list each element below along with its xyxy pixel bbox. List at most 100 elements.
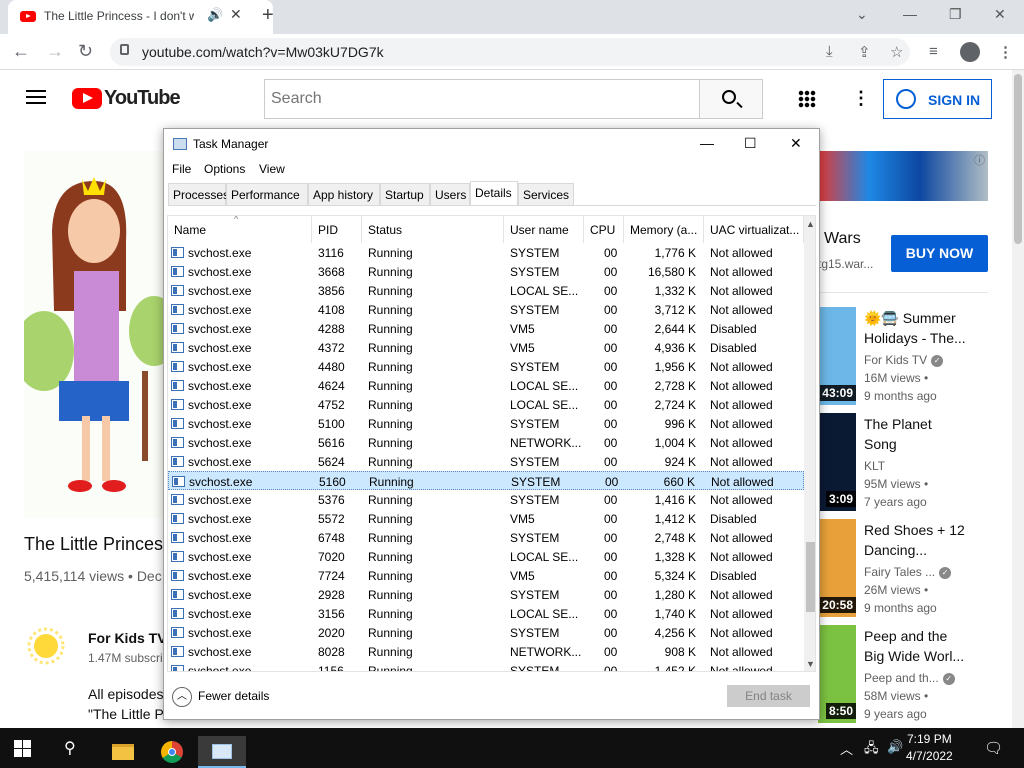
menu-file[interactable]: File: [172, 162, 191, 176]
recommendation-title[interactable]: 🌞🚍 Summer: [864, 308, 994, 328]
table-row[interactable]: svchost.exe 4624 Running LOCAL SE... 00 2,728…: [168, 376, 804, 395]
recommendation-thumbnail[interactable]: 43:09: [818, 307, 856, 405]
column-header-pid[interactable]: PID: [312, 216, 362, 243]
scroll-down-icon[interactable]: ▼: [806, 659, 815, 669]
tab-startup[interactable]: Startup: [380, 183, 430, 205]
column-header-username[interactable]: User name: [504, 216, 584, 243]
menu-options[interactable]: Options: [204, 162, 245, 176]
table-row[interactable]: svchost.exe 4108 Running SYSTEM 00 3,712 K Not…: [168, 300, 804, 319]
chrome-icon[interactable]: [152, 736, 192, 768]
table-row[interactable]: svchost.exe 5616 Running NETWORK... 00 1,004 …: [168, 433, 804, 452]
recommendation-title[interactable]: Red Shoes + 12: [864, 520, 994, 540]
recommendation-title[interactable]: The Planet: [864, 414, 994, 434]
table-row[interactable]: svchost.exe 4752 Running LOCAL SE... 00 2,724…: [168, 395, 804, 414]
recommendation-channel[interactable]: Peep and th... ✓: [864, 671, 955, 685]
table-row[interactable]: svchost.exe 2020 Running SYSTEM 00 4,256 K Not…: [168, 623, 804, 642]
page-scrollbar-thumb[interactable]: [1014, 74, 1022, 244]
table-row[interactable]: svchost.exe 5376 Running SYSTEM 00 1,416 K Not…: [168, 490, 804, 509]
column-header-name[interactable]: Name ^: [168, 216, 312, 243]
recommendation-thumbnail[interactable]: 3:09: [818, 413, 856, 511]
forward-button[interactable]: →: [46, 41, 64, 62]
tab-close-icon[interactable]: ✕: [230, 6, 242, 23]
settings-more-icon[interactable]: ⋮: [852, 88, 870, 109]
tab-search-icon[interactable]: ⌄: [856, 6, 868, 23]
recommendation-channel[interactable]: KLT: [864, 459, 885, 473]
share-icon[interactable]: ⇪: [858, 43, 871, 61]
search-input[interactable]: [265, 80, 699, 118]
search-button[interactable]: [699, 79, 763, 119]
video-player[interactable]: [24, 151, 164, 518]
tab-services[interactable]: Services: [518, 183, 574, 205]
table-row[interactable]: svchost.exe 3116 Running SYSTEM 00 1,776 K Not…: [168, 243, 804, 262]
column-header-memory[interactable]: Memory (a...: [624, 216, 704, 243]
reload-button[interactable]: ↻: [78, 41, 93, 62]
show-hidden-icons[interactable]: ︿: [840, 739, 853, 758]
recommendation-title[interactable]: Peep and the: [864, 626, 994, 646]
recommendation-title[interactable]: Big Wide Worl...: [864, 646, 994, 666]
network-icon[interactable]: 🖧: [864, 739, 879, 761]
browser-tab[interactable]: The Little Princess - I don't w 🔊 ✕: [8, 0, 273, 34]
new-tab-button[interactable]: +: [262, 4, 274, 27]
recommendation-channel[interactable]: For Kids TV ✓: [864, 353, 944, 367]
search-icon[interactable]: ⚲: [64, 738, 76, 758]
table-row[interactable]: svchost.exe 5100 Running SYSTEM 00 996 K Not a…: [168, 414, 804, 433]
ad-banner-image[interactable]: [818, 151, 988, 201]
buy-now-button[interactable]: BUY NOW: [891, 235, 988, 272]
scroll-up-icon[interactable]: ▲: [806, 219, 815, 229]
close-window-button[interactable]: ✕: [994, 6, 1006, 23]
table-row[interactable]: svchost.exe 5572 Running VM5 00 1,412 K Disabl…: [168, 509, 804, 528]
channel-avatar[interactable]: [24, 626, 68, 666]
ad-info-icon[interactable]: ⓘ: [974, 152, 985, 168]
tab-performance[interactable]: Performance: [226, 183, 308, 205]
grid-scrollbar-thumb[interactable]: [806, 542, 815, 612]
fewer-details-link[interactable]: Fewer details: [198, 689, 269, 703]
table-row[interactable]: svchost.exe 5624 Running SYSTEM 00 924 K Not a…: [168, 452, 804, 471]
chevron-up-icon[interactable]: ︿: [172, 687, 192, 707]
media-control-icon[interactable]: ≡: [929, 43, 938, 60]
profile-avatar[interactable]: [960, 42, 980, 62]
volume-icon[interactable]: 🔊: [887, 739, 903, 755]
channel-name[interactable]: For Kids TV: [88, 630, 167, 646]
restore-button[interactable]: ❐: [949, 6, 962, 23]
table-row[interactable]: svchost.exe 3156 Running LOCAL SE... 00 1,740…: [168, 604, 804, 623]
address-bar[interactable]: youtube.com/watch?v=Mw03kU7DG7k: [110, 38, 910, 66]
table-row[interactable]: svchost.exe 3668 Running SYSTEM 00 16,580 K No…: [168, 262, 804, 281]
recommendation-thumbnail[interactable]: 20:58: [818, 519, 856, 617]
recommendation-title[interactable]: Holidays - The...: [864, 328, 994, 348]
chrome-menu-icon[interactable]: ⋮: [998, 43, 1013, 61]
windows-start-icon[interactable]: [14, 740, 31, 757]
menu-view[interactable]: View: [259, 162, 285, 176]
column-header-status[interactable]: Status: [362, 216, 504, 243]
table-row[interactable]: svchost.exe 8028 Running NETWORK... 00 908 K N…: [168, 642, 804, 661]
table-row[interactable]: svchost.exe 4480 Running SYSTEM 00 1,956 K Not…: [168, 357, 804, 376]
table-row[interactable]: svchost.exe 6748 Running SYSTEM 00 2,748 K Not…: [168, 528, 804, 547]
details-grid[interactable]: Name ^ PID Status User name CPU Memory (a…: [167, 215, 816, 672]
recommendation-thumbnail[interactable]: 8:50: [818, 625, 856, 723]
apps-grid-icon[interactable]: [798, 90, 816, 108]
notifications-icon[interactable]: 🗨: [984, 739, 1003, 757]
table-row[interactable]: svchost.exe 1156 Running SYSTEM 00 1,452 K Not…: [168, 661, 804, 671]
tm-close-button[interactable]: ✕: [790, 135, 802, 152]
tm-minimize-button[interactable]: —: [700, 135, 714, 151]
table-row[interactable]: svchost.exe 7724 Running VM5 00 5,324 K Disabl…: [168, 566, 804, 585]
recommendation-channel[interactable]: Fairy Tales ... ✓: [864, 565, 952, 579]
back-button[interactable]: ←: [12, 41, 30, 62]
youtube-logo-icon[interactable]: [72, 88, 102, 109]
table-row[interactable]: svchost.exe 3856 Running LOCAL SE... 00 1,332…: [168, 281, 804, 300]
search-box[interactable]: [264, 79, 700, 119]
tab-users[interactable]: Users: [430, 183, 470, 205]
grid-scrollbar[interactable]: ▲ ▼: [804, 216, 815, 671]
page-scrollbar[interactable]: [1012, 70, 1024, 728]
youtube-logo-text[interactable]: YouTube: [104, 87, 181, 110]
hamburger-menu-icon[interactable]: [26, 90, 46, 104]
column-header-uac[interactable]: UAC virtualizat...: [704, 216, 804, 243]
tab-details[interactable]: Details: [470, 181, 518, 205]
minimize-button[interactable]: —: [903, 6, 917, 22]
end-task-button[interactable]: End task: [727, 685, 810, 707]
table-row[interactable]: svchost.exe 4288 Running VM5 00 2,644 K Disabl…: [168, 319, 804, 338]
task-manager-taskbar-icon[interactable]: [198, 736, 246, 768]
task-manager-window[interactable]: Task Manager — ☐ ✕ File Options View Pro…: [163, 128, 820, 720]
bookmark-star-icon[interactable]: ☆: [890, 43, 903, 61]
table-row[interactable]: svchost.exe 7020 Running LOCAL SE... 00 1,328…: [168, 547, 804, 566]
sign-in-button[interactable]: SIGN IN: [883, 79, 992, 119]
